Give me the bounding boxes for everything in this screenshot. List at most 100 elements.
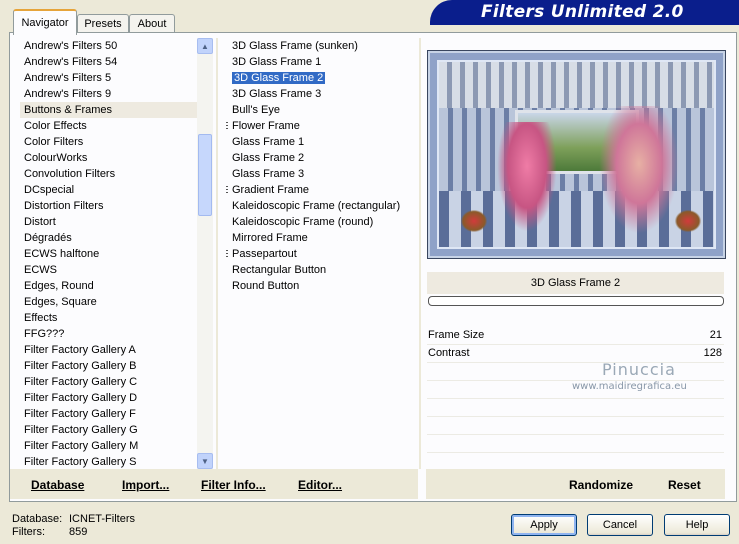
param-value: 21 (709, 329, 722, 341)
category-item[interactable]: Edges, Square (20, 294, 198, 310)
editor-button[interactable]: Editor... (298, 478, 342, 492)
category-item[interactable]: Edges, Round (20, 278, 198, 294)
category-item[interactable]: Dégradés (20, 230, 198, 246)
filter-item[interactable]: Glass Frame 1 (226, 134, 416, 150)
cancel-button[interactable]: Cancel (587, 514, 653, 536)
category-item[interactable]: Convolution Filters (20, 166, 198, 182)
watermark-url: www.maidiregrafica.eu (572, 381, 687, 392)
preview-image (427, 50, 726, 259)
category-item[interactable]: Filter Factory Gallery S (20, 454, 198, 469)
filters-count-value: 859 (69, 526, 88, 538)
category-item[interactable]: Andrew's Filters 50 (20, 38, 198, 54)
filter-item-label: Passepartout (232, 248, 297, 260)
category-item[interactable]: Filter Factory Gallery M (20, 438, 198, 454)
group-grip-icon (226, 186, 228, 195)
category-item[interactable]: Effects (20, 310, 198, 326)
filter-list[interactable]: 3D Glass Frame (sunken) 3D Glass Frame 1 3… (226, 38, 416, 469)
filter-item[interactable]: 3D Glass Frame (sunken) (226, 38, 416, 54)
category-item[interactable]: Filter Factory Gallery A (20, 342, 198, 358)
filter-item[interactable]: 3D Glass Frame 2 (226, 70, 416, 86)
app-title: Filters Unlimited 2.0 (481, 2, 684, 22)
category-item[interactable]: Color Effects (20, 118, 198, 134)
category-item[interactable]: Andrew's Filters 54 (20, 54, 198, 70)
database-label: Database: (12, 513, 63, 525)
param-label: Contrast (428, 347, 470, 359)
preview-divider (419, 38, 421, 469)
database-value: ICNET-Filters (69, 513, 135, 525)
category-item[interactable]: DCspecial (20, 182, 198, 198)
category-item[interactable]: Filter Factory Gallery D (20, 390, 198, 406)
param-row-frame-size[interactable]: Frame Size 21 (427, 327, 724, 345)
param-label: Frame Size (428, 329, 485, 341)
flower-pot (461, 210, 487, 232)
param-value: 128 (703, 347, 722, 359)
scene-figure (599, 106, 679, 234)
category-item[interactable]: Distortion Filters (20, 198, 198, 214)
category-item[interactable]: ECWS halftone (20, 246, 198, 262)
filter-item-label: 3D Glass Frame 2 (232, 72, 326, 84)
tab-about[interactable]: About (129, 14, 175, 33)
group-grip-icon (226, 250, 228, 259)
filter-item-label: 3D Glass Frame (sunken) (232, 40, 358, 52)
category-item[interactable]: Andrew's Filters 5 (20, 70, 198, 86)
category-item[interactable]: FFG??? (20, 326, 198, 342)
category-item[interactable]: Filter Factory Gallery B (20, 358, 198, 374)
filter-item[interactable]: Round Button (226, 278, 416, 294)
filter-item-label: Gradient Frame (232, 184, 310, 196)
filter-item-label: Rectangular Button (232, 264, 327, 276)
category-item[interactable]: Distort (20, 214, 198, 230)
apply-button[interactable]: Apply (511, 514, 577, 536)
scroll-thumb[interactable] (198, 134, 212, 216)
filter-item-label: Glass Frame 3 (232, 168, 305, 180)
help-button[interactable]: Help (664, 514, 730, 536)
progress-bar (428, 296, 724, 306)
param-row-empty (427, 399, 724, 417)
filter-item[interactable]: Rectangular Button (226, 262, 416, 278)
list-divider (216, 38, 218, 469)
filter-item-label: 3D Glass Frame 1 (232, 56, 322, 68)
filters-count-label: Filters: (12, 526, 45, 538)
filter-item-label: Kaleidoscopic Frame (round) (232, 216, 374, 228)
filter-item-label: Bull's Eye (232, 104, 280, 116)
filter-info-button[interactable]: Filter Info... (201, 478, 266, 492)
filter-item-label: Glass Frame 1 (232, 136, 305, 148)
tab-navigator[interactable]: Navigator (13, 9, 77, 35)
filter-item[interactable]: Bull's Eye (226, 102, 416, 118)
category-item[interactable]: Filter Factory Gallery G (20, 422, 198, 438)
category-item[interactable]: ColourWorks (20, 150, 198, 166)
scroll-down-button[interactable]: ▼ (197, 453, 213, 469)
category-item[interactable]: Filter Factory Gallery F (20, 406, 198, 422)
filter-item[interactable]: Glass Frame 2 (226, 150, 416, 166)
category-item[interactable]: Color Filters (20, 134, 198, 150)
category-item[interactable]: Andrew's Filters 9 (20, 86, 198, 102)
reset-button[interactable]: Reset (668, 478, 701, 492)
category-item[interactable]: Filter Factory Gallery C (20, 374, 198, 390)
filter-item[interactable]: Passepartout (226, 246, 416, 262)
filter-item-label: Glass Frame 2 (232, 152, 305, 164)
import-button[interactable]: Import... (122, 478, 169, 492)
param-row-contrast[interactable]: Contrast 128 (427, 345, 724, 363)
filter-item[interactable]: 3D Glass Frame 3 (226, 86, 416, 102)
filter-item[interactable]: 3D Glass Frame 1 (226, 54, 416, 70)
group-grip-icon (226, 122, 228, 131)
database-button[interactable]: Database (31, 478, 84, 492)
param-row-empty (427, 435, 724, 453)
category-item[interactable]: ECWS (20, 262, 198, 278)
scene-figure (497, 122, 557, 232)
category-list[interactable]: Andrew's Filters 50 Andrew's Filters 54 An… (20, 38, 198, 469)
filter-item-label: Round Button (232, 280, 300, 292)
tab-presets[interactable]: Presets (77, 14, 129, 33)
chevron-down-icon: ▼ (201, 456, 209, 466)
category-item[interactable]: Buttons & Frames (20, 102, 198, 118)
param-row-empty (427, 417, 724, 435)
filter-item[interactable]: Mirrored Frame (226, 230, 416, 246)
randomize-button[interactable]: Randomize (569, 478, 633, 492)
scroll-up-button[interactable]: ▲ (197, 38, 213, 54)
filter-item[interactable]: Glass Frame 3 (226, 166, 416, 182)
category-scrollbar[interactable]: ▲ ▼ (197, 38, 213, 469)
filter-item[interactable]: Gradient Frame (226, 182, 416, 198)
filter-item[interactable]: Kaleidoscopic Frame (round) (226, 214, 416, 230)
filter-item[interactable]: Flower Frame (226, 118, 416, 134)
filter-item[interactable]: Kaleidoscopic Frame (rectangular) (226, 198, 416, 214)
filter-name: 3D Glass Frame 2 (427, 272, 724, 294)
